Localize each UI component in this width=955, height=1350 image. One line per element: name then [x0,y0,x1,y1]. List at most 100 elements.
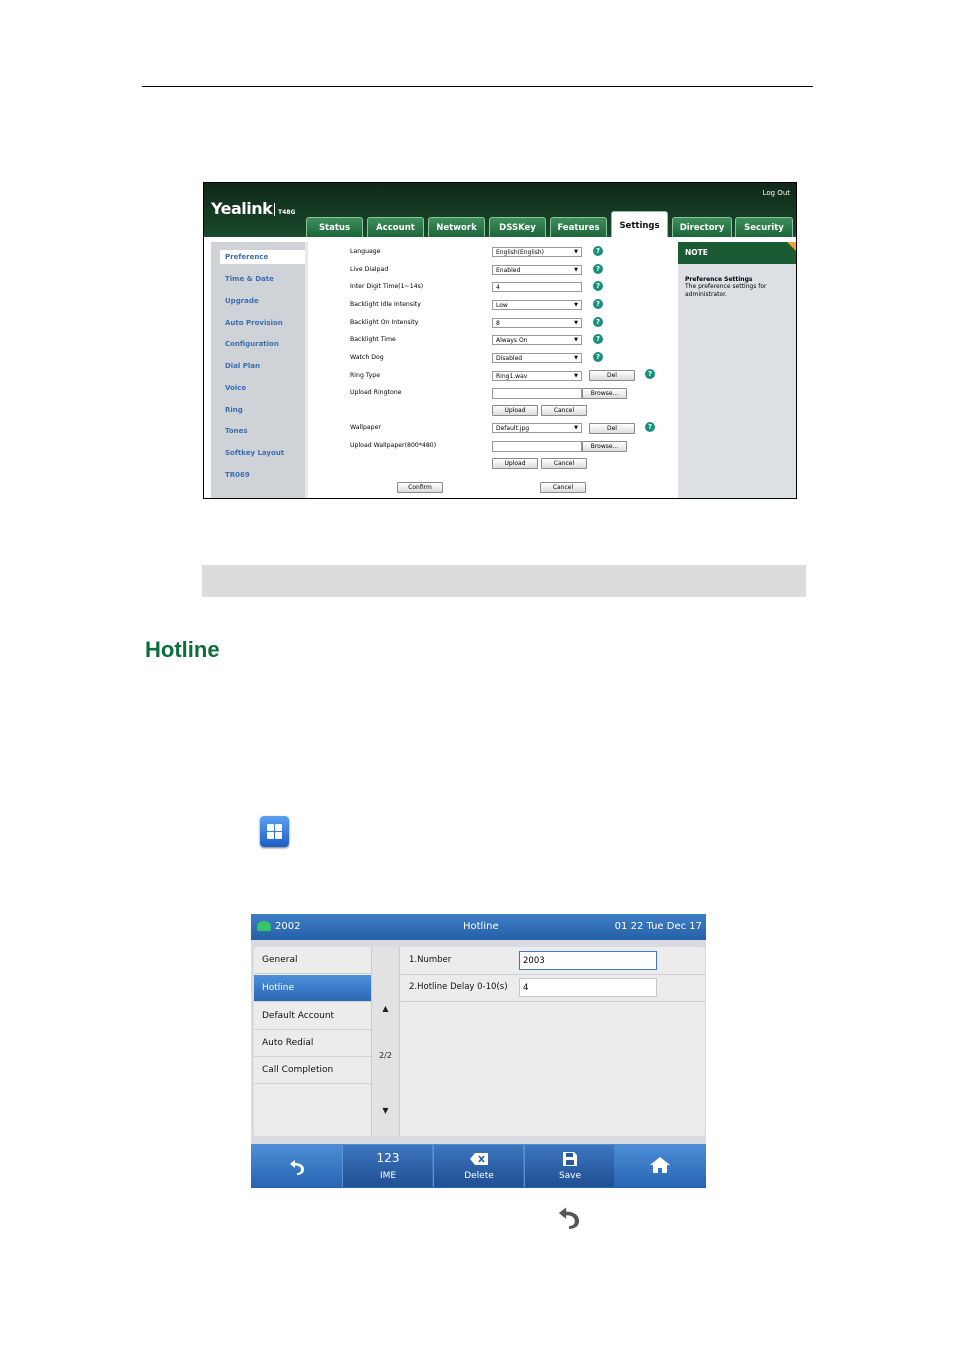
logo-separator [274,203,275,216]
live-dialpad-select[interactable]: Enabled ▼ [492,265,582,275]
select-value: Low [496,302,508,309]
help-icon[interactable]: ? [593,299,603,309]
save-softkey[interactable]: Save [524,1145,614,1187]
inter-digit-time-input[interactable]: 4 [492,282,582,292]
language-select[interactable]: English(English) ▼ [492,247,582,257]
logout-link[interactable]: Log Out [763,189,790,197]
menu-item-call-completion[interactable]: Call Completion [254,1057,371,1084]
sidebar-item-upgrade[interactable]: Upgrade [225,297,259,305]
backlight-idle-select[interactable]: Low ▼ [492,300,582,310]
ring-del-button[interactable]: Del [589,370,635,381]
menu-item-default-account[interactable]: Default Account [254,1003,371,1030]
help-icon[interactable]: ? [593,352,603,362]
cancel-button[interactable]: Cancel [540,482,586,493]
select-value: 8 [496,320,500,327]
dropdown-arrow-icon: ▼ [574,302,578,308]
hotline-number-input[interactable]: 2003 [519,951,657,970]
ringtone-upload-button[interactable]: Upload [492,405,538,416]
web-ui-screenshot: Yealink T48G Log Out Status Account Netw… [203,182,797,499]
dropdown-arrow-icon: ▼ [574,373,578,379]
wallpaper-file-input[interactable] [492,441,582,452]
tab-dsskey[interactable]: DSSKey [489,217,546,237]
menu-grid-icon [260,816,289,847]
help-icon[interactable]: ? [593,334,603,344]
hotline-delay-input[interactable]: 4 [519,978,657,997]
help-icon[interactable]: ? [645,369,655,379]
dropdown-arrow-icon: ▼ [574,267,578,273]
select-value: Disabled [496,355,523,362]
ime-value: 123 [376,1151,400,1165]
field-label: Backlight Time [350,336,396,343]
select-value: Ring1.wav [496,373,528,380]
wallpaper-upload-button[interactable]: Upload [492,458,538,469]
tab-directory[interactable]: Directory [672,217,732,237]
field-row-delay: 2.Hotline Delay 0-10(s) 4 [401,974,705,1002]
yealink-logo: Yealink [211,199,273,218]
help-icon[interactable]: ? [593,246,603,256]
wallpaper-label: Wallpaper [350,424,381,431]
phone-status-bar: 2002 Hotline 01 22 Tue Dec 17 [251,914,706,940]
sidebar-item-voice[interactable]: Voice [225,384,246,392]
field-label: Ring Type [350,372,381,379]
help-icon[interactable]: ? [593,281,603,291]
backlight-time-select[interactable]: Always On ▼ [492,335,582,345]
line-label: 2002 [275,921,301,932]
field-label: Live Dialpad [350,266,389,273]
tab-security[interactable]: Security [735,217,793,237]
scroll-up-icon[interactable]: ▲ [372,1004,399,1013]
help-icon[interactable]: ? [593,264,603,274]
ime-softkey[interactable]: 123 IME [342,1145,432,1187]
wallpaper-select[interactable]: Default.jpg ▼ [492,423,582,433]
menu-item-general[interactable]: General [254,947,371,974]
sidebar-item-tones[interactable]: Tones [225,427,248,435]
page-scroller: ▲ 2/2 ▼ [371,947,400,1136]
dropdown-arrow-icon: ▼ [574,337,578,343]
delete-label: Delete [464,1171,494,1181]
home-icon[interactable] [650,1156,670,1174]
wallpaper-cancel-button[interactable]: Cancel [541,458,587,469]
menu-item-hotline[interactable]: Hotline [254,975,371,1002]
save-label: Save [558,1171,582,1181]
sidebar-item-auto-provision[interactable]: Auto Provision [225,319,283,327]
sidebar-item-tr069[interactable]: TR069 [225,471,250,479]
help-icon[interactable]: ? [645,422,655,432]
sidebar-item-preference[interactable]: Preference [220,250,305,264]
sidebar-item-dial-plan[interactable]: Dial Plan [225,362,260,370]
backlight-on-select[interactable]: 8 ▼ [492,318,582,328]
ringtone-cancel-button[interactable]: Cancel [541,405,587,416]
sidebar-divider [305,242,308,498]
dropdown-arrow-icon: ▼ [574,425,578,431]
ringtone-file-input[interactable] [492,388,582,399]
tab-settings[interactable]: Settings [611,211,668,237]
tab-features[interactable]: Features [550,217,607,237]
ringtone-browse-button[interactable]: Browse... [582,388,627,399]
confirm-button[interactable]: Confirm [397,482,443,493]
tab-network[interactable]: Network [428,217,485,237]
tab-account[interactable]: Account [367,217,424,237]
scroll-down-icon[interactable]: ▼ [372,1106,399,1115]
delete-softkey[interactable]: Delete [433,1145,523,1187]
input-value: 4 [496,284,500,291]
menu-item-auto-redial[interactable]: Auto Redial [254,1030,371,1057]
sidebar-item-configuration[interactable]: Configuration [225,340,279,348]
sidebar-item-time-date[interactable]: Time & Date [225,275,274,283]
help-icon[interactable]: ? [593,317,603,327]
ring-type-select[interactable]: Ring1.wav ▼ [492,371,582,381]
sidebar-item-ring[interactable]: Ring [225,406,243,414]
back-icon[interactable] [288,1157,306,1175]
note-header: NOTE [678,242,796,264]
dropdown-arrow-icon: ▼ [574,355,578,361]
select-value: Always On [496,337,528,344]
web-header: Yealink T48G Log Out Status Account Netw… [204,183,796,237]
field-row-number: 1.Number 2003 [401,947,705,975]
back-icon [558,1207,580,1229]
tab-status[interactable]: Status [306,217,363,237]
wallpaper-del-button[interactable]: Del [589,423,635,434]
field-label: Language [350,248,381,255]
sidebar-item-softkey-layout[interactable]: Softkey Layout [225,449,284,457]
field-label: Inter Digit Time(1~14s) [350,283,424,290]
wallpaper-browse-button[interactable]: Browse... [582,441,627,452]
header-rule [142,86,813,87]
watch-dog-select[interactable]: Disabled ▼ [492,353,582,363]
field-label: Backlight On Intensity [350,319,419,326]
